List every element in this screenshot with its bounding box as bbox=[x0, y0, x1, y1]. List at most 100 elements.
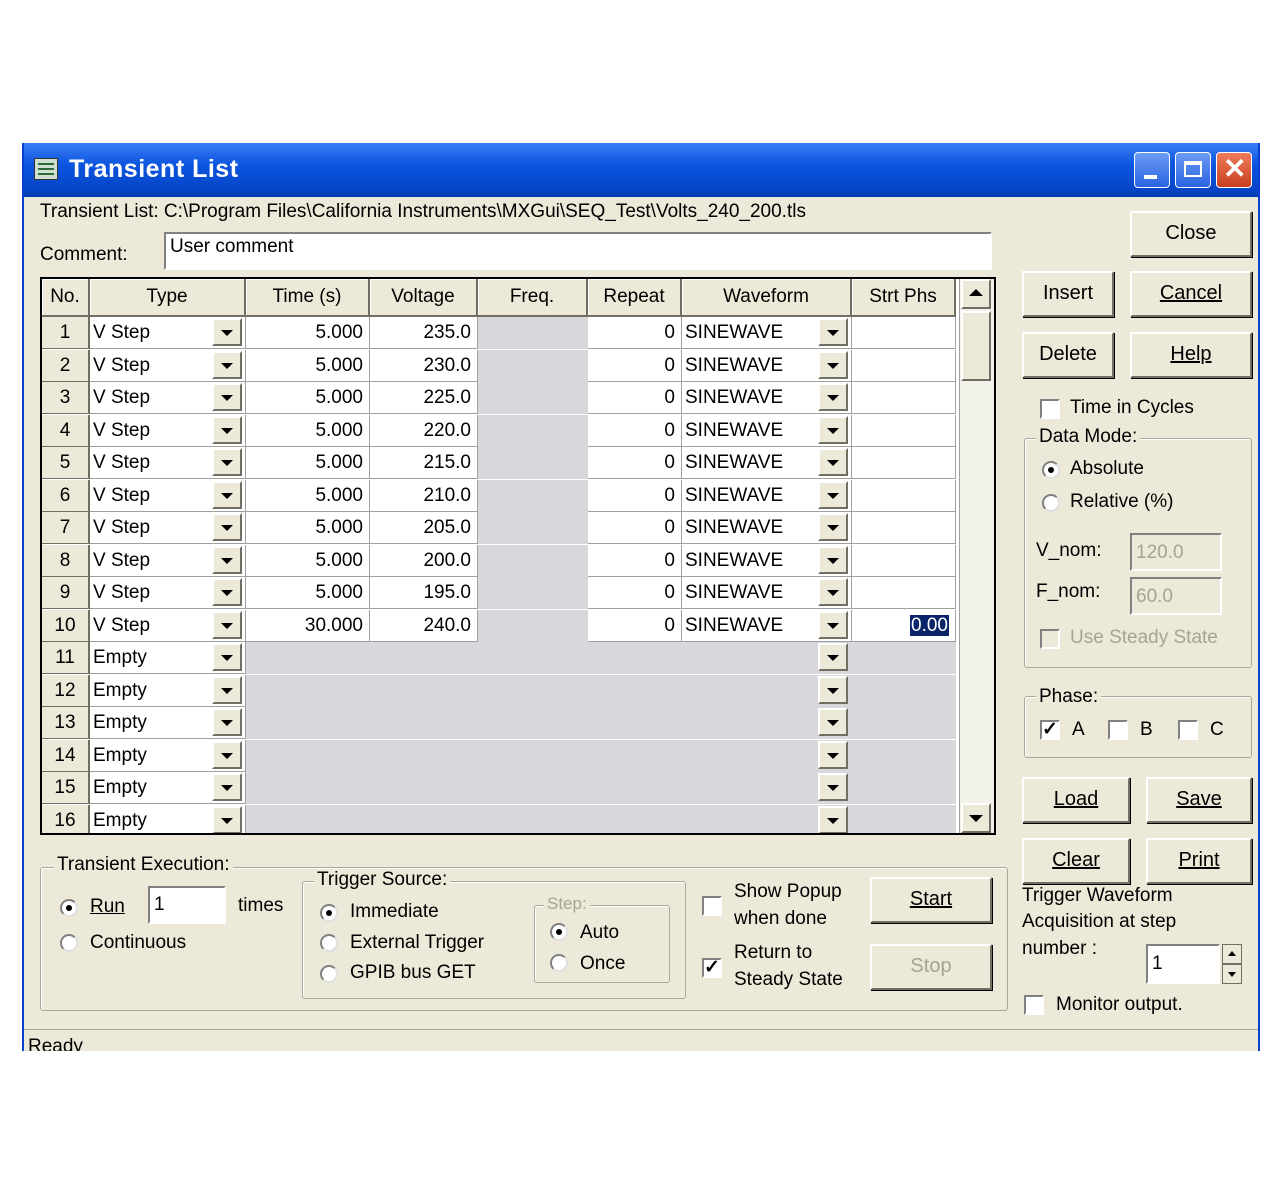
comment-field[interactable]: User comment bbox=[164, 232, 992, 270]
cell-phase[interactable] bbox=[852, 707, 956, 739]
cell-phase[interactable] bbox=[852, 772, 956, 804]
cell-phase[interactable] bbox=[852, 642, 956, 674]
dropdown-arrow-icon[interactable] bbox=[212, 318, 242, 346]
cell-freq[interactable] bbox=[478, 577, 588, 609]
grid-scrollbar[interactable] bbox=[959, 279, 994, 833]
close-button[interactable]: Close bbox=[1130, 211, 1252, 257]
cell-voltage[interactable]: 195.0 bbox=[370, 577, 478, 609]
use-steady-state-checkbox[interactable] bbox=[1040, 629, 1060, 649]
cell-waveform[interactable] bbox=[682, 642, 852, 674]
cell-freq[interactable] bbox=[478, 707, 588, 739]
dropdown-arrow-icon[interactable] bbox=[818, 318, 848, 346]
cell-time[interactable]: 5.000 bbox=[246, 350, 370, 382]
cell-type[interactable]: V Step bbox=[90, 545, 246, 577]
minimize-button[interactable] bbox=[1134, 152, 1170, 188]
column-header-no[interactable]: No. bbox=[42, 279, 90, 317]
cell-time[interactable] bbox=[246, 740, 370, 772]
clear-button[interactable]: Clear bbox=[1022, 838, 1130, 884]
dropdown-arrow-icon[interactable] bbox=[212, 416, 242, 444]
cell-freq[interactable] bbox=[478, 610, 588, 642]
cell-phase[interactable] bbox=[852, 382, 956, 414]
cell-repeat[interactable] bbox=[588, 772, 682, 804]
cell-type[interactable]: V Step bbox=[90, 382, 246, 414]
cell-waveform[interactable] bbox=[682, 707, 852, 739]
cell-voltage[interactable] bbox=[370, 707, 478, 739]
cell-waveform[interactable] bbox=[682, 740, 852, 772]
v-nom-field[interactable]: 120.0 bbox=[1130, 533, 1222, 571]
cell-voltage[interactable]: 220.0 bbox=[370, 415, 478, 447]
dropdown-arrow-icon[interactable] bbox=[212, 351, 242, 379]
maximize-button[interactable] bbox=[1175, 152, 1211, 188]
dropdown-arrow-icon[interactable] bbox=[818, 578, 848, 606]
dropdown-arrow-icon[interactable] bbox=[212, 513, 242, 541]
cell-time[interactable] bbox=[246, 675, 370, 707]
cell-repeat[interactable]: 0 bbox=[588, 545, 682, 577]
cell-type[interactable]: V Step bbox=[90, 350, 246, 382]
transient-grid[interactable]: No. Type Time (s) Voltage Freq. Repeat Wavefor… bbox=[40, 277, 996, 835]
cell-freq[interactable] bbox=[478, 512, 588, 544]
cell-waveform[interactable]: SINEWAVE bbox=[682, 577, 852, 609]
cell-type[interactable]: V Step bbox=[90, 447, 246, 479]
column-header-strt-phs[interactable]: Strt Phs bbox=[852, 279, 956, 317]
scroll-thumb[interactable] bbox=[961, 311, 991, 381]
cell-freq[interactable] bbox=[478, 805, 588, 833]
absolute-radio[interactable] bbox=[1042, 461, 1060, 479]
cell-freq[interactable] bbox=[478, 740, 588, 772]
column-header-repeat[interactable]: Repeat bbox=[588, 279, 682, 317]
cell-repeat[interactable]: 0 bbox=[588, 577, 682, 609]
cell-waveform[interactable] bbox=[682, 805, 852, 833]
cell-voltage[interactable]: 215.0 bbox=[370, 447, 478, 479]
cell-voltage[interactable]: 200.0 bbox=[370, 545, 478, 577]
cell-freq[interactable] bbox=[478, 772, 588, 804]
cell-voltage[interactable] bbox=[370, 642, 478, 674]
cell-voltage[interactable] bbox=[370, 740, 478, 772]
cell-freq[interactable] bbox=[478, 480, 588, 512]
cell-phase[interactable] bbox=[852, 675, 956, 707]
cell-freq[interactable] bbox=[478, 317, 588, 349]
trigger-step-spinner[interactable] bbox=[1222, 944, 1242, 984]
cell-voltage[interactable] bbox=[370, 805, 478, 833]
phase-b-checkbox[interactable] bbox=[1108, 720, 1128, 740]
help-button[interactable]: Help bbox=[1130, 332, 1252, 378]
cell-type[interactable]: V Step bbox=[90, 317, 246, 349]
cell-phase[interactable] bbox=[852, 480, 956, 512]
external-trigger-radio[interactable] bbox=[320, 934, 338, 952]
relative-radio[interactable] bbox=[1042, 494, 1060, 512]
dropdown-arrow-icon[interactable] bbox=[818, 773, 848, 801]
insert-button[interactable]: Insert bbox=[1022, 271, 1114, 317]
cell-type[interactable]: V Step bbox=[90, 415, 246, 447]
cell-phase[interactable] bbox=[852, 350, 956, 382]
cell-voltage[interactable]: 205.0 bbox=[370, 512, 478, 544]
load-button[interactable]: Load bbox=[1022, 777, 1130, 823]
scroll-down-button[interactable] bbox=[961, 803, 991, 833]
dropdown-arrow-icon[interactable] bbox=[212, 708, 242, 736]
cell-repeat[interactable]: 0 bbox=[588, 610, 682, 642]
cell-freq[interactable] bbox=[478, 545, 588, 577]
cell-repeat[interactable]: 0 bbox=[588, 317, 682, 349]
cell-waveform[interactable] bbox=[682, 772, 852, 804]
cell-freq[interactable] bbox=[478, 642, 588, 674]
column-header-waveform[interactable]: Waveform bbox=[682, 279, 852, 317]
dropdown-arrow-icon[interactable] bbox=[818, 611, 848, 639]
show-popup-checkbox[interactable] bbox=[702, 896, 722, 916]
run-radio[interactable] bbox=[60, 899, 78, 917]
phase-a-checkbox[interactable] bbox=[1040, 718, 1060, 741]
dropdown-arrow-icon[interactable] bbox=[212, 611, 242, 639]
dropdown-arrow-icon[interactable] bbox=[212, 578, 242, 606]
cell-phase[interactable] bbox=[852, 740, 956, 772]
cell-phase[interactable] bbox=[852, 415, 956, 447]
cell-repeat[interactable]: 0 bbox=[588, 382, 682, 414]
column-header-voltage[interactable]: Voltage bbox=[370, 279, 478, 317]
cell-type[interactable]: V Step bbox=[90, 577, 246, 609]
cell-phase[interactable]: 0.00 bbox=[852, 610, 956, 642]
monitor-output-checkbox[interactable] bbox=[1024, 995, 1044, 1015]
cancel-button[interactable]: Cancel bbox=[1130, 271, 1252, 317]
return-steady-state-checkbox[interactable] bbox=[702, 956, 722, 979]
cell-freq[interactable] bbox=[478, 447, 588, 479]
cell-time[interactable]: 30.000 bbox=[246, 610, 370, 642]
dropdown-arrow-icon[interactable] bbox=[818, 481, 848, 509]
run-count-field[interactable]: 1 bbox=[148, 886, 226, 924]
cell-waveform[interactable] bbox=[682, 675, 852, 707]
once-radio[interactable] bbox=[550, 954, 568, 972]
phase-c-checkbox[interactable] bbox=[1178, 720, 1198, 740]
